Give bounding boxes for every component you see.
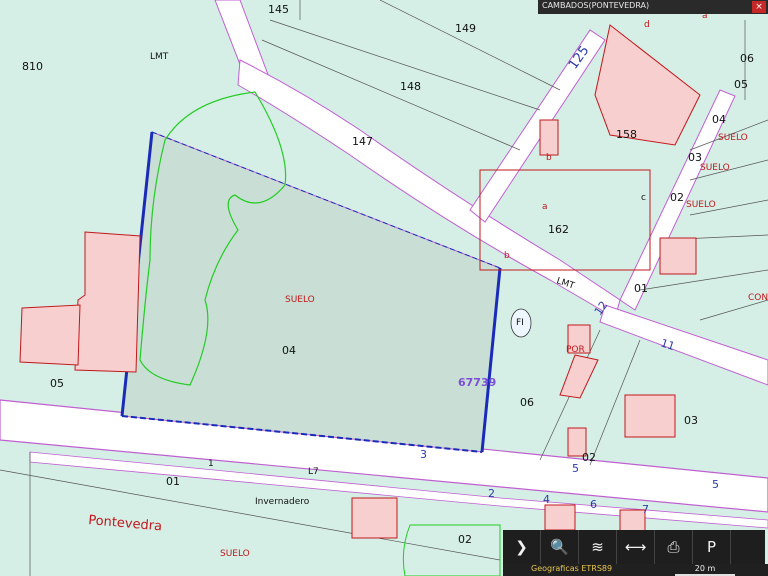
parcel-810-label: 810: [22, 60, 43, 73]
por-label: POR: [566, 345, 585, 355]
cadastral-map[interactable]: 145 149 157 810 LMT 148 147 06 05 04 03 …: [0, 0, 768, 576]
parcel-148-label: 148: [400, 80, 421, 93]
parcel-04a-label: 04: [712, 113, 726, 126]
parcel-158-label: 158: [616, 128, 637, 141]
subparcel-b2: b: [504, 251, 510, 261]
window-title: CAMBADOS(PONTEVEDRA): [542, 1, 650, 10]
invernadero-label: Invernadero: [255, 497, 310, 507]
parcel-162-label: 162: [548, 223, 569, 236]
parcel-02b-label: 02: [582, 451, 596, 464]
road-number-1: 1: [208, 459, 214, 469]
crs-label: Geograficas ETRS89: [531, 564, 613, 573]
road-number-3: 3: [420, 448, 427, 461]
subparcel-d1: d: [644, 20, 650, 30]
zoom-button[interactable]: 🔍: [541, 530, 579, 564]
layers-button[interactable]: ≋: [579, 530, 617, 564]
suelo-label-r3: SUELO: [686, 200, 716, 210]
suelo-label-main: SUELO: [285, 295, 315, 305]
subparcel-c1: c: [641, 193, 646, 203]
suelo-label-r1: SUELO: [718, 133, 748, 143]
parcel-06-label: 06: [520, 396, 534, 409]
lmt-label-1: LMT: [150, 52, 169, 62]
suelo-label-r2: SUELO: [700, 163, 730, 173]
pond-label: FI: [516, 318, 524, 328]
road-number-6: 6: [590, 498, 597, 511]
parcel-05a-label: 05: [734, 78, 748, 91]
road-number-l7: L7: [308, 467, 319, 477]
parcel-03-label: 03: [684, 414, 698, 427]
parcel-01b-label: 01: [166, 475, 180, 488]
parking-button[interactable]: P: [693, 530, 731, 564]
window-titlebar: CAMBADOS(PONTEVEDRA) ×: [538, 0, 768, 14]
parcel-04-label: 04: [282, 344, 296, 357]
parcel-02a-label: 02: [670, 191, 684, 204]
status-bar: Geograficas ETRS89 20 m: [503, 564, 768, 576]
road-number-5b: 5: [712, 478, 719, 491]
parcel-05-label: 05: [50, 377, 64, 390]
print-button[interactable]: ⎙: [655, 530, 693, 564]
parcel-02c-label: 02: [458, 533, 472, 546]
road-number-4: 4: [543, 493, 550, 506]
subparcel-a2: a: [542, 202, 548, 212]
map-toolbar: ❯ 🔍 ≋ ⟷ ⎙ P: [503, 530, 765, 564]
parcel-145-label: 145: [268, 3, 289, 16]
road-number-2: 2: [488, 487, 495, 500]
suelo-label-bl: SUELO: [220, 549, 250, 559]
road-number-7: 7: [642, 503, 649, 516]
subparcel-b1: b: [546, 153, 552, 163]
close-icon[interactable]: ×: [752, 1, 766, 13]
parcel-01a-label: 01: [634, 282, 648, 295]
parcel-147-label: 147: [352, 135, 373, 148]
parcel-149-label: 149: [455, 22, 476, 35]
con-label: CON: [748, 293, 768, 303]
measure-button[interactable]: ⟷: [617, 530, 655, 564]
scale-bar: 20 m: [675, 564, 735, 576]
expand-button[interactable]: ❯: [503, 530, 541, 564]
road-number-5: 5: [572, 462, 579, 475]
parcel-06a-label: 06: [740, 52, 754, 65]
parcel-reference-label: 67739: [458, 376, 496, 389]
